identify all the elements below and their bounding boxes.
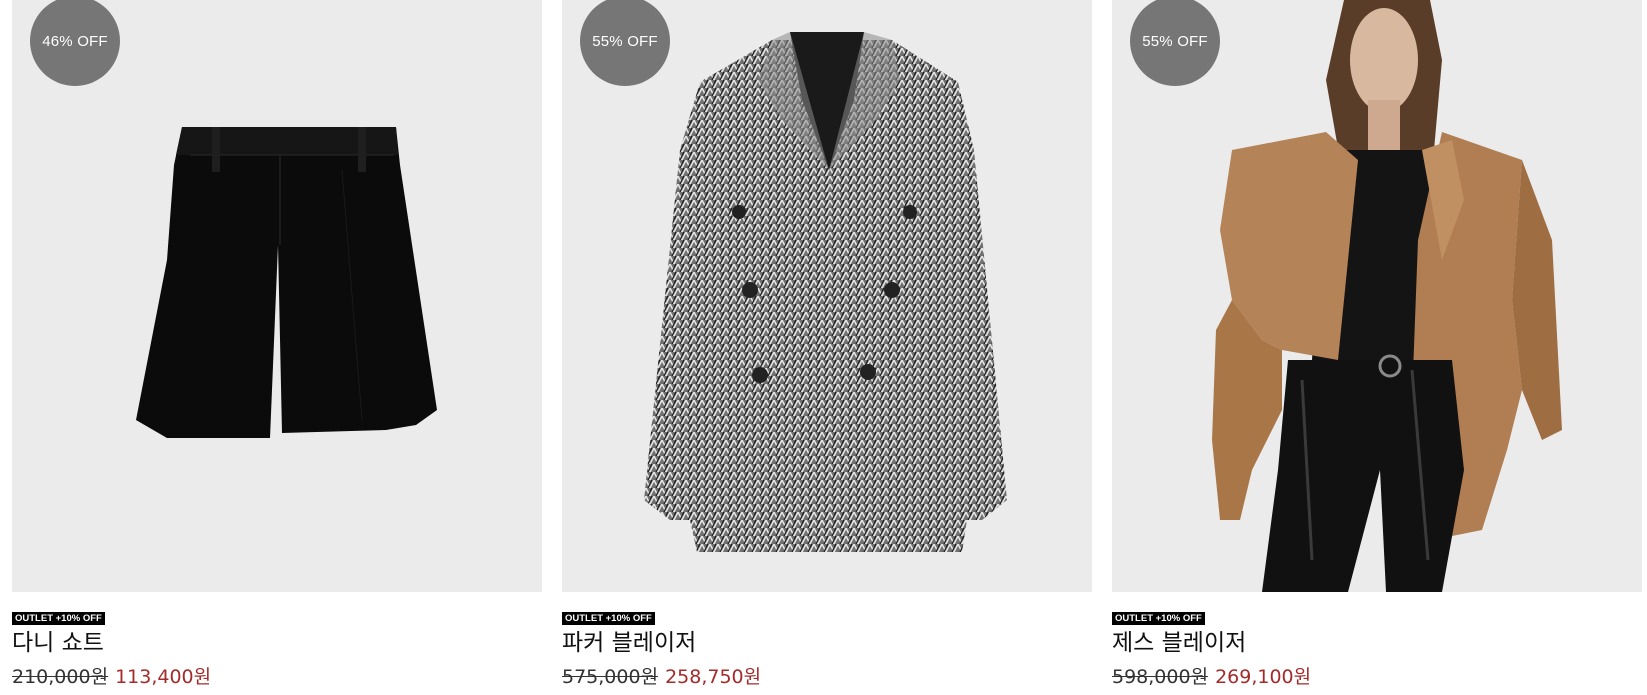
product-card[interactable]: 55% OFF [562,0,1092,688]
product-image-link[interactable]: 55% OFF [1112,0,1642,592]
product-name[interactable]: 다니 쇼트 [12,626,104,660]
discount-badge: 55% OFF [580,0,670,86]
sale-price: 113,400원 [115,666,212,688]
black-shorts-icon [136,127,437,438]
product-image-link[interactable]: 46% OFF [12,0,542,592]
product-image-link[interactable]: 55% OFF [562,0,1092,592]
original-price: 210,000원 [12,666,109,688]
outlet-tag: OUTLET +10% OFF [12,612,105,625]
product-price: 575,000원 258,750원 [562,663,761,691]
discount-badge: 46% OFF [30,0,120,86]
outlet-tag: OUTLET +10% OFF [562,612,655,625]
original-price: 575,000원 [562,666,659,688]
outlet-tag: OUTLET +10% OFF [1112,612,1205,625]
original-price: 598,000원 [1112,666,1209,688]
product-price: 598,000원 269,100원 [1112,663,1311,691]
product-price: 210,000원 113,400원 [12,663,211,691]
sale-price: 258,750원 [665,666,762,688]
product-name[interactable]: 파커 블레이저 [562,626,696,660]
product-name[interactable]: 제스 블레이저 [1112,626,1246,660]
product-card[interactable]: 46% OFF OUTLET +10% OFF 다니 쇼트 210,000원 11… [12,0,542,688]
product-grid: 46% OFF OUTLET +10% OFF 다니 쇼트 210,000원 11… [0,0,1647,695]
model-camel-blazer-icon [1212,0,1562,592]
herringbone-blazer-icon [644,32,1007,552]
discount-badge: 55% OFF [1130,0,1220,86]
sale-price: 269,100원 [1215,666,1312,688]
product-card[interactable]: 55% OFF [1112,0,1642,688]
